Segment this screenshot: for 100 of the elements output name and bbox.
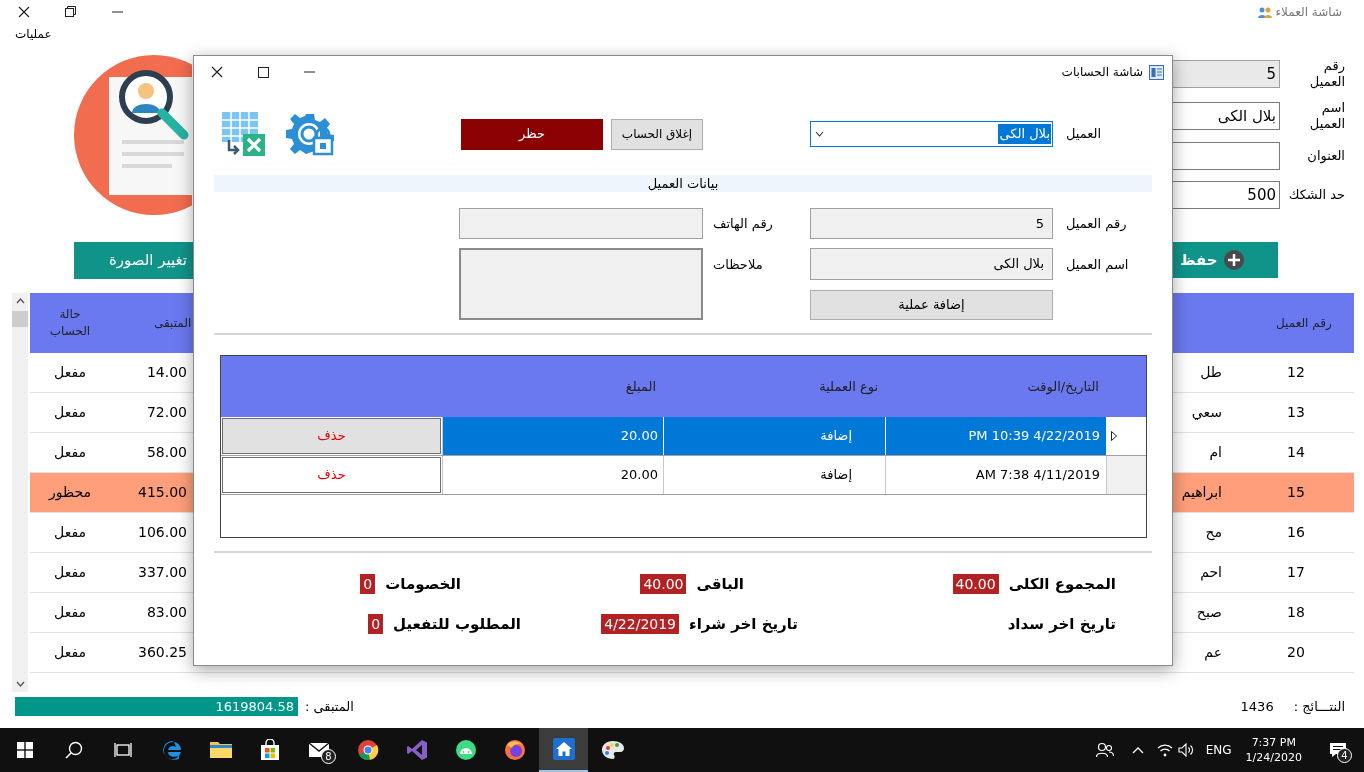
field-label: العميل <box>1066 125 1102 144</box>
taskbar-button[interactable] <box>539 728 588 772</box>
browser-icon <box>503 739 526 761</box>
value-badge: 4/22/2019 <box>601 614 680 634</box>
maximize-icon <box>257 66 269 78</box>
delete-button[interactable]: حذف <box>222 457 441 493</box>
phone-field[interactable] <box>459 208 703 239</box>
save-button[interactable]: حفظ <box>1173 242 1278 278</box>
customer-number-field[interactable]: 5 <box>810 208 1053 239</box>
task-view-icon <box>113 742 132 758</box>
spreadsheet-icon[interactable] <box>221 110 267 158</box>
shopping-bag-icon <box>258 739 281 761</box>
caret-icon <box>815 131 824 137</box>
browser-icon <box>160 739 183 761</box>
start-icon <box>16 742 33 758</box>
column-header: رقم العميل <box>1276 315 1332 332</box>
input-field[interactable]: 500 <box>1170 181 1280 209</box>
table-cell-text: مفعل <box>54 363 86 382</box>
scrollbar-thumb[interactable] <box>12 311 28 327</box>
wifi-icon[interactable] <box>1156 743 1173 757</box>
count-badge: 4 <box>1337 748 1352 763</box>
table-cell-text: محظور <box>49 483 91 503</box>
block-button[interactable]: حظر <box>461 118 603 150</box>
field-label: رقم العميل <box>1308 58 1345 90</box>
language-indicator[interactable]: ENG <box>1205 741 1232 759</box>
footer-label: المتبقى : <box>305 697 354 716</box>
close-icon <box>17 5 30 18</box>
summary-label: الباقى <box>696 573 744 595</box>
table-cell-text: 337.00 <box>138 563 187 582</box>
input-field[interactable] <box>1170 142 1280 170</box>
taskbar-button[interactable]: 8 <box>294 728 343 772</box>
field-label: رقم الهاتف <box>713 214 774 234</box>
mail-icon <box>307 742 330 758</box>
clock[interactable]: 7:37 PM 1/24/2020 <box>1245 735 1302 765</box>
input-field[interactable]: بلال الكى <box>1170 102 1280 130</box>
palette-icon <box>600 739 625 761</box>
table-cell[interactable]: إضافة <box>664 417 886 455</box>
column-header: حالة الحساب <box>48 306 92 340</box>
summary-label: الخصومات <box>385 573 461 595</box>
field-label: حد الشكك <box>1287 187 1345 203</box>
value-badge: 40.00 <box>952 574 999 594</box>
change-photo-button[interactable]: تغيير الصورة <box>74 242 193 279</box>
table-cell-text: 14 <box>1287 443 1305 462</box>
table-cell-text: صبح <box>1196 603 1222 623</box>
count-badge: 8 <box>321 749 336 764</box>
table-cell-text: مفعل <box>54 403 86 422</box>
value-badge: 40.00 <box>640 574 687 594</box>
notes-field[interactable] <box>459 248 703 320</box>
value-badge: 0 <box>360 574 376 594</box>
people-icon[interactable] <box>1095 742 1114 758</box>
table-cell-text: احم <box>1200 563 1222 583</box>
table-cell-text: 15 <box>1287 483 1305 502</box>
table-cell-text: مح <box>1205 523 1222 543</box>
volume-icon[interactable] <box>1177 743 1194 757</box>
customer-dropdown[interactable]: بلال الكى <box>810 121 1053 147</box>
table-cell-text: 13 <box>1287 403 1305 422</box>
table-cell-text: مفعل <box>54 563 86 582</box>
table-cell-text: سعي <box>1191 403 1222 422</box>
table-cell[interactable]: 4/22/2019 10:39 PM <box>886 417 1107 455</box>
table-cell-text: 58.00 <box>146 443 187 462</box>
table-cell-text: 14.00 <box>146 363 187 382</box>
window-icon <box>1149 64 1164 80</box>
section-header: بيانات العميل <box>214 175 1152 192</box>
folder-icon <box>208 740 233 760</box>
caret-up-icon[interactable] <box>1131 746 1144 754</box>
current-row-icon <box>1111 431 1117 441</box>
table-cell-text: مفعل <box>54 443 86 462</box>
search-icon <box>64 741 83 759</box>
scrollbar[interactable] <box>12 293 28 692</box>
table-cell-text: مفعل <box>54 523 86 542</box>
notifications-button[interactable]: 4 <box>1320 728 1356 772</box>
table-cell-text: 18 <box>1287 603 1305 622</box>
column-header: التاريخ/الوقت <box>1027 377 1099 397</box>
table-cell-text: ام <box>1209 443 1222 462</box>
field-label: رقم العميل <box>1066 214 1127 234</box>
window-title: شاشة العملاء <box>1275 3 1342 21</box>
total-remaining-field: 1619804.58 <box>15 697 298 716</box>
field-label: اسم العميل <box>1066 256 1129 275</box>
field-label: اسم العميل <box>1308 100 1345 132</box>
table-cell-text: 20 <box>1287 643 1305 662</box>
browser-icon <box>356 739 379 761</box>
table-cell-text: 72.00 <box>146 403 187 422</box>
table-cell-text: مفعل <box>54 643 86 662</box>
summary-label: المطلوب للتفعيل <box>393 613 521 635</box>
table-cell-text: طل <box>1200 363 1222 382</box>
table-cell-text: 16 <box>1287 523 1305 542</box>
summary-label: تاريخ اخر سداد <box>1007 613 1116 635</box>
customer-name-field[interactable]: بلال الكى <box>810 248 1053 280</box>
close-account-button[interactable]: إغلاق الحساب <box>611 118 703 150</box>
add-operation-button[interactable]: إضافة عملية <box>810 290 1053 320</box>
plus-icon <box>1222 249 1245 271</box>
column-header: المبلغ <box>625 377 656 396</box>
table-cell-text: 83.00 <box>146 603 187 622</box>
table-cell[interactable]: 20.00 <box>443 417 664 455</box>
input-field[interactable]: 5 <box>1170 60 1280 88</box>
summary-label: المجموع الكلى <box>1008 573 1116 595</box>
table-cell-text: 360.25 <box>138 643 187 662</box>
menu-item[interactable]: عمليات <box>12 25 55 43</box>
column-header: المتبقى <box>154 315 192 332</box>
delete-button[interactable]: حذف <box>222 418 441 454</box>
